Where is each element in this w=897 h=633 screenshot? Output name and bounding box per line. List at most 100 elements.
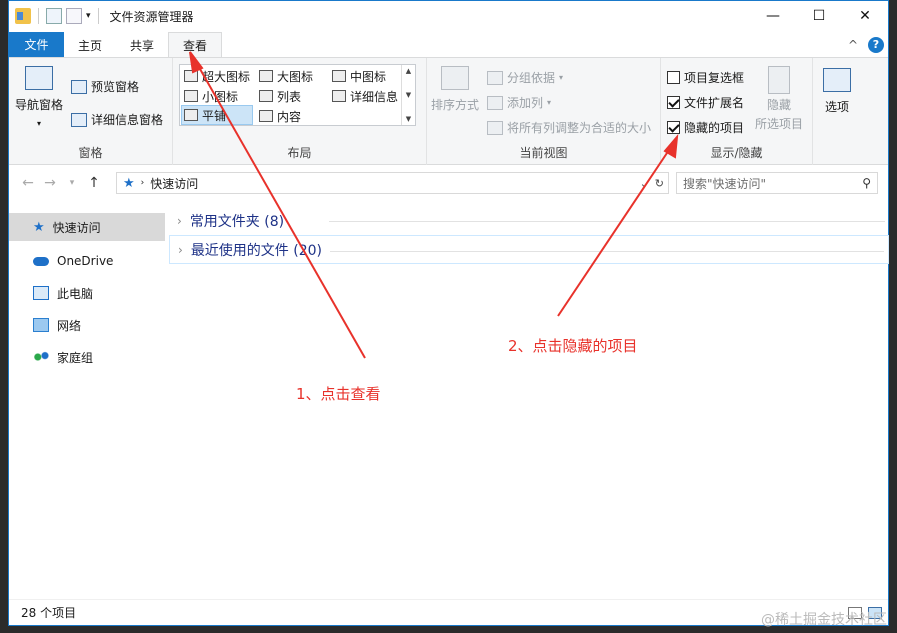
forward-arrow-icon[interactable]: → — [39, 175, 61, 191]
group-by-button[interactable]: 分组依据 ▾ — [487, 69, 563, 86]
options-button[interactable]: 选项 — [823, 68, 851, 115]
recent-files-group[interactable]: › 最近使用的文件 (20) — [169, 235, 889, 264]
item-checkbox-box[interactable] — [667, 71, 680, 84]
tab-view[interactable]: 查看 — [168, 32, 223, 58]
layout-list[interactable]: 列表 — [257, 86, 303, 106]
breadcrumb-chevron-icon[interactable]: › — [141, 178, 145, 188]
breadcrumb[interactable]: 快速访问 — [150, 175, 198, 192]
details-pane-label: 详细信息窗格 — [91, 113, 164, 127]
minimize-button[interactable]: — — [750, 1, 796, 31]
layout-group-label: 布局 — [287, 146, 312, 160]
layout-details[interactable]: 详细信息 — [330, 86, 400, 106]
add-column-label: 添加列 — [507, 96, 544, 110]
frequent-folders-group[interactable]: › 常用文件夹 (8) — [169, 206, 889, 235]
tiles-icon — [184, 109, 198, 121]
add-column-button[interactable]: 添加列 ▾ — [487, 94, 551, 111]
show-hide-group: 项目复选框 文件扩展名 隐藏的项目 隐藏 所选项目 显示/隐藏 — [661, 58, 813, 165]
layout-label: 超大图标 — [202, 69, 251, 84]
nav-pane-button[interactable]: 导航窗格 ▾ — [15, 66, 63, 128]
maximize-button[interactable]: ☐ — [796, 1, 842, 31]
tab-share[interactable]: 共享 — [116, 33, 168, 57]
new-folder-icon[interactable] — [66, 8, 82, 24]
fit-columns-label: 将所有列调整为合适的大小 — [507, 121, 652, 135]
search-input[interactable]: 搜索"快速访问" ⚲ — [676, 172, 878, 194]
up-arrow-icon[interactable]: ↑ — [83, 175, 105, 191]
recent-locations-chevron-icon[interactable]: ▾ — [61, 178, 83, 188]
hidden-items-label: 隐藏的项目 — [684, 121, 745, 135]
chevron-right-icon[interactable]: › — [178, 243, 183, 257]
sort-icon — [441, 66, 469, 90]
layout-gallery: 超大图标 大图标 中图标 小图标 列表 详细信息 平铺 内容 ▲ ▼ ▼ — [179, 64, 416, 126]
hide-selected-label: 隐藏 — [767, 98, 792, 112]
layout-tiles[interactable]: 平铺 — [181, 105, 253, 125]
nav-label: 网络 — [57, 318, 82, 333]
layout-scroll[interactable]: ▲ ▼ ▼ — [401, 65, 415, 125]
explorer-window: ▾ 文件资源管理器 — ☐ ✕ 文件 主页 共享 查看 ^ ? 导航窗格 ▾ 预… — [8, 0, 889, 626]
chevron-right-icon[interactable]: › — [177, 214, 182, 228]
panes-group-label: 窗格 — [78, 146, 103, 160]
file-extension-checkbox[interactable] — [667, 96, 680, 109]
scroll-up-icon[interactable]: ▲ — [406, 67, 411, 75]
layout-extra-large-icons[interactable]: 超大图标 — [182, 66, 252, 86]
scroll-down-icon[interactable]: ▼ — [406, 91, 411, 99]
list-icon — [259, 90, 273, 102]
close-button[interactable]: ✕ — [842, 1, 888, 31]
cloud-icon — [33, 256, 49, 266]
star-icon: ★ — [33, 219, 45, 235]
navigation-pane: ★ 快速访问 OneDrive 此电脑 网络 家庭组 — [9, 213, 165, 593]
item-checkbox-toggle[interactable]: 项目复选框 — [667, 69, 744, 86]
details-pane-button[interactable]: 详细信息窗格 — [71, 111, 163, 128]
nav-item-quick-access[interactable]: ★ 快速访问 — [9, 213, 165, 241]
fit-columns-button[interactable]: 将所有列调整为合适的大小 — [487, 119, 651, 136]
address-row: ← → ▾ ↑ ★ › 快速访问 ⌄ ↻ 搜索"快速访问" ⚲ — [9, 166, 888, 200]
back-arrow-icon[interactable]: ← — [17, 175, 39, 191]
nav-item-homegroup[interactable]: 家庭组 — [9, 341, 165, 373]
hide-selected-button[interactable]: 隐藏 所选项目 — [755, 66, 803, 132]
properties-icon[interactable] — [46, 8, 62, 24]
nav-pane-label: 导航窗格 — [15, 98, 64, 112]
network-icon — [33, 318, 49, 332]
status-bar: 28 个项目 — [9, 599, 888, 625]
hidden-items-toggle[interactable]: 隐藏的项目 — [667, 119, 744, 136]
file-extension-toggle[interactable]: 文件扩展名 — [667, 94, 744, 111]
layout-medium-icons[interactable]: 中图标 — [330, 66, 388, 86]
medium-icons-icon — [332, 70, 346, 82]
current-view-group: 排序方式 分组依据 ▾ 添加列 ▾ 将所有列调整为合适的大小 当前视图 — [427, 58, 661, 165]
tab-home[interactable]: 主页 — [64, 33, 116, 57]
layout-group: 超大图标 大图标 中图标 小图标 列表 详细信息 平铺 内容 ▲ ▼ ▼ 布局 — [173, 58, 427, 165]
nav-item-onedrive[interactable]: OneDrive — [9, 245, 165, 277]
item-checkbox-label: 项目复选框 — [684, 71, 745, 85]
hidden-items-checkbox[interactable] — [667, 121, 680, 134]
fit-columns-icon — [487, 120, 503, 135]
preview-pane-label: 预览窗格 — [91, 80, 140, 94]
layout-small-icons[interactable]: 小图标 — [182, 86, 240, 106]
divider — [330, 251, 884, 252]
refresh-icon[interactable]: ↻ — [655, 177, 664, 190]
address-dropdown-icon[interactable]: ⌄ — [640, 177, 649, 190]
address-bar[interactable]: ★ › 快速访问 ⌄ ↻ — [116, 172, 669, 194]
options-icon — [823, 68, 851, 92]
hide-selected-label-2: 所选项目 — [755, 117, 804, 131]
options-group: 选项 — [813, 58, 869, 165]
nav-item-network[interactable]: 网络 — [9, 309, 165, 341]
layout-label: 小图标 — [202, 89, 239, 104]
collapse-ribbon-icon[interactable]: ^ — [848, 38, 858, 52]
help-icon[interactable]: ? — [868, 36, 884, 53]
dropdown-icon: ▾ — [559, 73, 564, 82]
sort-button[interactable]: 排序方式 — [431, 66, 479, 113]
layout-large-icons[interactable]: 大图标 — [257, 66, 315, 86]
tab-file[interactable]: 文件 — [9, 32, 64, 57]
customize-chevron-icon[interactable]: ▾ — [86, 11, 91, 21]
group-by-label: 分组依据 — [507, 71, 556, 85]
layout-content[interactable]: 内容 — [257, 106, 303, 126]
add-column-icon — [487, 95, 503, 110]
small-icons-icon — [184, 90, 198, 102]
divider — [97, 8, 99, 24]
nav-label: 此电脑 — [57, 286, 94, 301]
layout-label: 大图标 — [277, 69, 314, 84]
watermark: @稀土掘金技术社区 — [761, 612, 887, 628]
expand-icon[interactable]: ▼ — [406, 115, 411, 123]
search-placeholder: 搜索"快速访问" — [683, 176, 767, 191]
preview-pane-button[interactable]: 预览窗格 — [71, 78, 139, 95]
nav-item-this-pc[interactable]: 此电脑 — [9, 277, 165, 309]
